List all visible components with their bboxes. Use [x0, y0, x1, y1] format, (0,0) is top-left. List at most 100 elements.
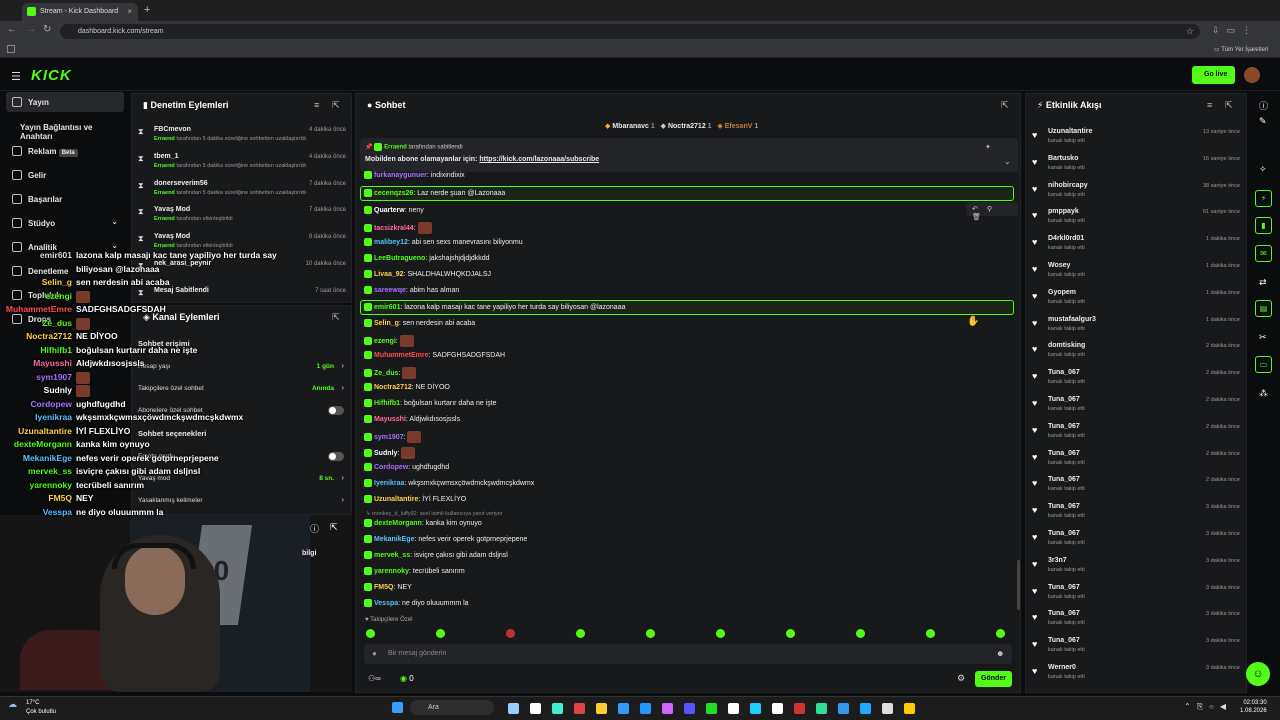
chat-message[interactable]: Cordopew: ughdfugdhd: [364, 463, 449, 471]
taskbar-app-icon[interactable]: [508, 703, 519, 714]
mod-action-row[interactable]: ⧗ tbem_1 Erraend tarafından 5 dakika sürel…: [138, 151, 346, 175]
chat-message[interactable]: sareewqe: abim has alman: [364, 286, 459, 294]
taskbar-app-icon[interactable]: [860, 703, 871, 714]
chat-username[interactable]: Noctra2712: [374, 384, 412, 391]
chat-username[interactable]: FM5Q: [374, 584, 393, 591]
chevron-down-icon[interactable]: ⌄: [1004, 157, 1011, 166]
avatar[interactable]: [1244, 67, 1260, 83]
chat-message[interactable]: Quarterw: neny: [364, 206, 424, 214]
info-icon[interactable]: ⓘ: [310, 522, 319, 535]
follower-name[interactable]: mustafaalgur3: [1048, 316, 1096, 323]
back-icon[interactable]: ←: [7, 24, 17, 35]
taskbar-app-icon[interactable]: [750, 703, 761, 714]
start-icon[interactable]: [392, 702, 403, 713]
chat-username[interactable]: cecenqzs26: [374, 190, 413, 197]
activity-item[interactable]: ♥ Tuna_067 kanalı takip etti 3 dakika önce: [1032, 582, 1240, 606]
emote-icon[interactable]: [786, 629, 795, 638]
apps-icon[interactable]: [7, 45, 15, 53]
activity-item[interactable]: ♥ Uzunaltantire kanalı takip etti 13 saniye…: [1032, 126, 1240, 150]
emote-icon[interactable]: [926, 629, 935, 638]
send-button[interactable]: Gönder: [975, 671, 1012, 687]
browser-extension-icons[interactable]: ⇩▭⋮: [1212, 25, 1272, 37]
chat-username[interactable]: yarennoky: [374, 568, 409, 575]
chat-username[interactable]: mervek_ss: [374, 552, 410, 559]
taskbar-search[interactable]: Ara: [410, 700, 494, 715]
sidebar-item-reklam[interactable]: Reklam Beta: [6, 141, 124, 161]
popout-icon[interactable]: ⇱: [332, 312, 340, 323]
taskbar-app-icon[interactable]: [728, 703, 739, 714]
emote-icon[interactable]: [856, 629, 865, 638]
chat-message[interactable]: Ze_dus:: [364, 367, 417, 379]
taskbar-app-icon[interactable]: [618, 703, 629, 714]
quick-action-button[interactable]: ⚡: [1255, 190, 1272, 207]
activity-item[interactable]: ♥ Tuna_067 kanalı takip etti 3 dakika önce: [1032, 528, 1240, 552]
activity-item[interactable]: ♥ Tuna_067 kanalı takip etti 3 dakika önce: [1032, 608, 1240, 632]
taskbar-app-icon[interactable]: [596, 703, 607, 714]
chat-username[interactable]: ezengi: [374, 338, 396, 345]
chat-message[interactable]: Sudnly:: [364, 447, 416, 459]
emote-bar[interactable]: [366, 629, 1145, 639]
chat-message[interactable]: Hifhifb1: boğulsan kurtarır daha ne işte: [364, 399, 497, 407]
taskbar-app-icon[interactable]: [574, 703, 585, 714]
filter-icon[interactable]: ≡: [1207, 100, 1212, 110]
chat-message[interactable]: malibey12: abi sen sexs manevrasını bili…: [364, 238, 523, 246]
activity-item[interactable]: ♥ pmppayk kanalı takip etti 51 saniye önce: [1032, 206, 1240, 230]
chat-username[interactable]: Sudnly: [374, 450, 397, 457]
activity-item[interactable]: ♥ Tuna_067 kanalı takip etti 2 dakika önce: [1032, 421, 1240, 445]
sidebar-item-yayin[interactable]: Yayın: [6, 92, 124, 112]
chat-username[interactable]: MekanikEge: [374, 536, 414, 543]
activity-item[interactable]: ♥ D4rkl0rd01 kanalı takip etti 1 dakika önc…: [1032, 233, 1240, 257]
all-bookmarks[interactable]: ▭ Tüm Yer İşaretleri: [1214, 46, 1268, 53]
sidebar-item-stream-key[interactable]: Yayın Bağlantısı ve Anahtarı: [6, 117, 124, 141]
chat-username[interactable]: Livaa_92: [374, 271, 404, 278]
chat-username[interactable]: Hifhifb1: [374, 400, 400, 407]
system-tray-icons[interactable]: ⌃⎘⌔◀: [1184, 702, 1232, 712]
sidebar-item-studyo[interactable]: Stüdyo ⌄: [6, 213, 124, 233]
follower-name[interactable]: Tuna_067: [1048, 610, 1080, 617]
quick-action-button[interactable]: ▮: [1255, 217, 1272, 234]
chat-message[interactable]: tacsizkral44:: [364, 222, 432, 234]
quick-action-button[interactable]: ▤: [1255, 300, 1272, 317]
emoji-icon[interactable]: ●: [372, 649, 377, 658]
taskbar-app-icon[interactable]: [882, 703, 893, 714]
follower-name[interactable]: domtisking: [1048, 342, 1085, 349]
chat-message[interactable]: MuhammetEmre: SADFGHSADGFSDAH: [364, 351, 505, 359]
chat-scrollbar[interactable]: [1017, 560, 1020, 610]
emote-icon[interactable]: [366, 629, 375, 638]
chat-message[interactable]: mervek_ss: isviçre çakısı gibi adam dslj…: [364, 551, 508, 559]
emote-icon[interactable]: [646, 629, 655, 638]
chat-settings-icon[interactable]: ⚙: [957, 673, 965, 684]
chat-message[interactable]: cecenqzs26: Laz nerde şuan @Lazonaaa: [364, 189, 505, 197]
popout-icon[interactable]: ⇱: [1001, 100, 1009, 111]
crosshair-icon[interactable]: ✧: [1259, 164, 1267, 175]
sidebar-item-basarilar[interactable]: Başarılar: [6, 189, 124, 209]
sidebar-item-gelir[interactable]: Gelir: [6, 165, 124, 185]
chat-message[interactable]: Iyenikraa: wkşsmxkçwmsxçöwdmckşwdmcşkdwm…: [364, 479, 534, 487]
taskbar-app-icon[interactable]: [772, 703, 783, 714]
emote-icon[interactable]: [716, 629, 725, 638]
activity-item[interactable]: ♥ Bartusko kanalı takip etti 16 saniye önce: [1032, 153, 1240, 177]
subscribe-link[interactable]: https://kick.com/lazonaaa/subscribe: [479, 156, 599, 163]
follower-name[interactable]: Tuna_067: [1048, 369, 1080, 376]
popout-icon[interactable]: ⇱: [1225, 100, 1233, 111]
chat-message[interactable]: emir601: lazona kalp masajı kac tane yap…: [364, 303, 625, 311]
follower-name[interactable]: Tuna_067: [1048, 584, 1080, 591]
taskbar-app-icon[interactable]: [552, 703, 563, 714]
activity-item[interactable]: ♥ Gyopem kanalı takip etti 1 dakika önce: [1032, 287, 1240, 311]
chat-username[interactable]: dexteMorgann: [374, 520, 422, 527]
go-live-button[interactable]: Go live: [1192, 66, 1235, 84]
chat-username[interactable]: Selin_g: [374, 320, 399, 327]
follower-name[interactable]: Tuna_067: [1048, 423, 1080, 430]
chat-message[interactable]: sym1907:: [364, 431, 422, 443]
taskbar-app-icon[interactable]: [684, 703, 695, 714]
activity-item[interactable]: ♥ Tuna_067 kanalı takip etti 2 dakika önce: [1032, 448, 1240, 472]
chat-message[interactable]: furkanaygunuer: indixindixix: [364, 171, 465, 179]
chat-input[interactable]: ● Bir mesaj gönderin ☻: [364, 644, 1012, 664]
wrench-icon[interactable]: ✂: [1259, 332, 1267, 343]
info-icon[interactable]: ⓘ: [1259, 99, 1268, 112]
chat-username[interactable]: Cordopew: [374, 464, 408, 471]
weather-widget[interactable]: 17°C Çok bulutlu: [26, 699, 56, 717]
new-tab-icon[interactable]: +: [144, 4, 150, 16]
support-chat-button[interactable]: ☺: [1246, 662, 1270, 686]
activity-item[interactable]: ♥ Tuna_067 kanalı takip etti 3 dakika önce: [1032, 635, 1240, 659]
